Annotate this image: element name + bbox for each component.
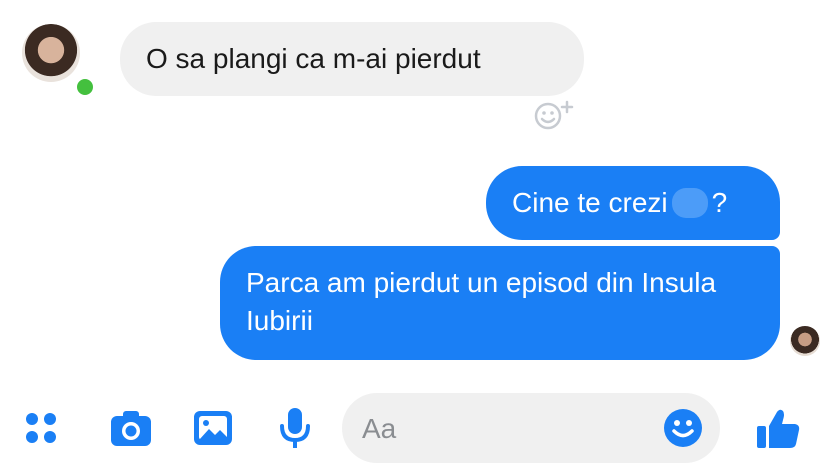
like-button[interactable] [752,403,804,455]
message-composer[interactable] [342,393,720,465]
camera-button[interactable] [108,405,154,451]
outgoing-message-text: Parca am pierdut un episod din Insula Iu… [246,267,717,336]
message-toolbar [0,385,830,474]
gallery-icon [194,411,232,445]
gallery-button[interactable] [190,405,236,451]
camera-icon [111,411,151,446]
message-input[interactable] [360,393,654,465]
smile-plus-icon [534,100,574,130]
outgoing-message[interactable]: Cine te crezi ? [486,166,780,240]
outgoing-message[interactable]: Parca am pierdut un episod din Insula Iu… [220,246,780,360]
redacted-name [671,188,708,218]
thumbs-up-icon [757,409,800,448]
emoji-button[interactable] [664,409,702,447]
incoming-message-text: O sa plangi ca m-ai pierdut [146,43,481,74]
menu-dots-icon [26,413,56,443]
outgoing-message-text: Cine te crezi [512,187,668,218]
online-status-dot [74,76,96,98]
incoming-message[interactable]: O sa plangi ca m-ai pierdut [120,22,584,96]
voice-clip-button[interactable] [272,405,318,451]
contact-avatar[interactable] [22,24,80,82]
seen-avatar [790,326,820,356]
microphone-icon [280,408,310,448]
add-reaction-button[interactable] [526,96,582,134]
outgoing-message-text-end: ? [711,187,728,218]
more-actions-button[interactable] [18,405,64,451]
emoji-icon [672,420,694,438]
